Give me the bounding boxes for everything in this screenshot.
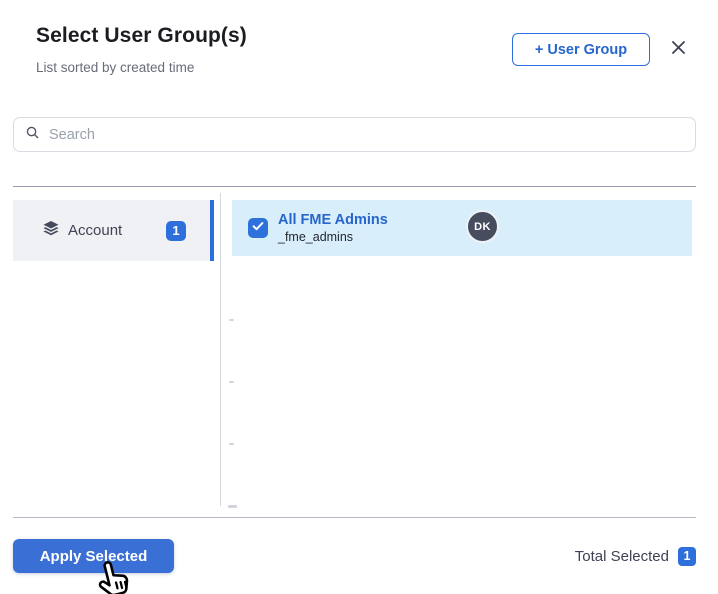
close-icon: [669, 38, 688, 60]
search-bar[interactable]: [13, 117, 696, 152]
sidebar-item-label: Account: [68, 222, 123, 239]
list-placeholder-dot: [228, 505, 237, 508]
pane-divider: [220, 193, 221, 506]
page-title: Select User Group(s): [36, 24, 247, 47]
group-checkbox[interactable]: [248, 218, 268, 238]
checkmark-icon: [251, 219, 265, 238]
select-user-groups-dialog: Select User Group(s) List sorted by crea…: [0, 0, 718, 594]
add-user-group-button[interactable]: + User Group: [512, 33, 650, 66]
header-divider: [13, 186, 696, 187]
user-group-row[interactable]: All FME Admins _fme_admins DK: [232, 200, 692, 256]
total-selected-badge: 1: [678, 546, 696, 566]
group-name: All FME Admins: [278, 211, 388, 228]
sort-info-text: List sorted by created time: [36, 60, 195, 75]
list-placeholder-dot: [229, 319, 234, 321]
list-placeholder-dot: [229, 443, 234, 445]
apply-selected-button-label: Apply Selected: [39, 547, 148, 565]
sidebar-item-account[interactable]: Account 1: [13, 200, 214, 261]
apply-selected-button[interactable]: Apply Selected: [13, 539, 174, 573]
search-icon: [25, 125, 40, 145]
add-user-group-button-label: + User Group: [534, 41, 628, 58]
footer-divider: [13, 517, 696, 518]
total-selected: Total Selected 1: [575, 546, 696, 566]
close-button[interactable]: [666, 37, 690, 61]
avatar: DK: [466, 210, 499, 243]
list-placeholder-dot: [229, 381, 234, 383]
total-selected-label: Total Selected: [574, 547, 669, 565]
active-indicator: [210, 200, 214, 261]
group-row-text: All FME Admins _fme_admins: [278, 212, 388, 245]
account-count-badge: 1: [166, 220, 186, 241]
group-id: _fme_admins: [278, 229, 354, 244]
layers-icon: [42, 219, 60, 242]
search-input[interactable]: [49, 126, 684, 143]
